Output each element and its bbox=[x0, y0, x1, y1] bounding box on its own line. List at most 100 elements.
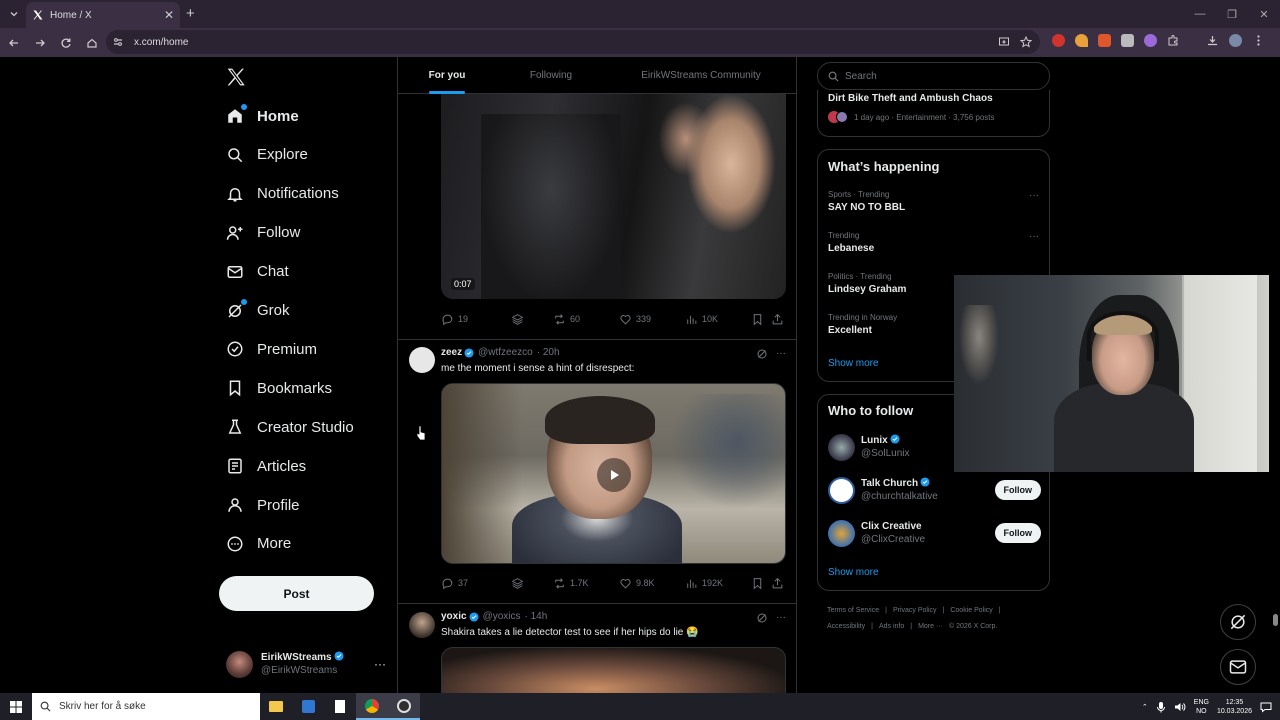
extension-orange-icon[interactable] bbox=[1075, 34, 1088, 47]
chrome-app[interactable] bbox=[356, 693, 388, 720]
trend-item[interactable]: Politics · Trending Lindsey Graham bbox=[828, 272, 906, 295]
sidebar-item-notifications[interactable]: Notifications bbox=[226, 179, 339, 209]
more-options-icon[interactable]: ··· bbox=[776, 348, 786, 360]
bookmark-button[interactable] bbox=[751, 313, 771, 326]
maximize-button[interactable]: ❐ bbox=[1216, 0, 1248, 28]
post-video[interactable] bbox=[441, 383, 786, 564]
tab-following[interactable]: Following bbox=[496, 57, 606, 94]
sidebar-item-home[interactable]: Home bbox=[226, 101, 299, 131]
repost-button[interactable]: 60 bbox=[553, 313, 619, 326]
more-options-icon[interactable]: ··· bbox=[776, 612, 786, 624]
post-author-name[interactable]: yoxic bbox=[441, 611, 467, 622]
new-tab-button[interactable]: + bbox=[186, 5, 195, 22]
star-icon[interactable] bbox=[1020, 36, 1032, 48]
grok-icon[interactable] bbox=[756, 348, 768, 360]
follow-suggestion[interactable]: Clix Creative @ClixCreative Follow bbox=[828, 518, 1041, 548]
trend-more-icon[interactable]: ··· bbox=[1029, 190, 1039, 201]
sidebar-item-bookmarks[interactable]: Bookmarks bbox=[226, 373, 332, 403]
tray-chevron-icon[interactable]: ⌃ bbox=[1142, 703, 1148, 711]
show-more-link[interactable]: Show more bbox=[828, 358, 879, 369]
tab-for-you[interactable]: For you bbox=[398, 57, 496, 94]
download-icon[interactable] bbox=[1206, 34, 1219, 47]
browser-tab-home[interactable]: Home / X ✕ bbox=[26, 2, 180, 28]
trend-item[interactable]: Trending in Norway Excellent bbox=[828, 313, 897, 336]
like-button[interactable]: 339 bbox=[619, 313, 685, 326]
show-more-link[interactable]: Show more bbox=[828, 567, 879, 578]
follow-button[interactable]: Follow bbox=[994, 480, 1041, 500]
sidebar-item-more[interactable]: More bbox=[226, 529, 291, 559]
address-bar[interactable]: x.com/home bbox=[106, 30, 1040, 54]
account-more-icon[interactable]: ··· bbox=[374, 657, 386, 671]
trend-item[interactable]: Sports · Trending SAY NO TO BBL bbox=[828, 190, 905, 213]
like-button[interactable]: 9.8K bbox=[619, 577, 685, 590]
footer-link-accessibility[interactable]: Accessibility bbox=[827, 623, 865, 630]
x-logo[interactable] bbox=[226, 67, 246, 87]
scrollbar[interactable] bbox=[1271, 57, 1280, 693]
trend-more-icon[interactable]: ··· bbox=[1029, 231, 1039, 242]
extension-fox-icon[interactable] bbox=[1098, 34, 1111, 47]
minimize-button[interactable]: — bbox=[1184, 0, 1216, 28]
forward-button[interactable] bbox=[28, 31, 52, 55]
footer-link-ads[interactable]: Ads info bbox=[879, 623, 904, 630]
speaker-icon[interactable] bbox=[1174, 701, 1186, 713]
mail-app[interactable] bbox=[292, 693, 324, 720]
bookmark-button[interactable] bbox=[751, 577, 771, 590]
avatar[interactable] bbox=[409, 347, 435, 373]
share-button[interactable] bbox=[771, 577, 784, 590]
notepad-app[interactable] bbox=[324, 693, 356, 720]
grok-analyze-button[interactable] bbox=[511, 577, 553, 590]
reload-button[interactable] bbox=[54, 31, 78, 55]
footer-link-more[interactable]: More ··· bbox=[918, 623, 943, 630]
footer-link-cookies[interactable]: Cookie Policy bbox=[950, 607, 992, 614]
install-app-icon[interactable] bbox=[998, 36, 1010, 48]
scrollbar-thumb[interactable] bbox=[1273, 614, 1278, 626]
clock[interactable]: 12:35 10.03.2026 bbox=[1217, 698, 1252, 716]
repost-button[interactable]: 1.7K bbox=[553, 577, 619, 590]
grok-analyze-button[interactable] bbox=[511, 313, 553, 326]
language-indicator[interactable]: ENG NO bbox=[1194, 698, 1209, 716]
sidebar-item-premium[interactable]: Premium bbox=[226, 334, 317, 364]
tab-search-button[interactable] bbox=[0, 0, 28, 28]
post-button[interactable]: Post bbox=[219, 576, 374, 611]
notification-center-icon[interactable] bbox=[1260, 701, 1272, 713]
sidebar-item-profile[interactable]: Profile bbox=[226, 490, 300, 520]
sidebar-item-creator-studio[interactable]: Creator Studio bbox=[226, 412, 354, 442]
reply-button[interactable]: 19 bbox=[441, 313, 511, 326]
follow-button[interactable]: Follow bbox=[994, 523, 1041, 543]
post-time[interactable]: · 20h bbox=[537, 347, 560, 358]
reply-button[interactable]: 37 bbox=[441, 577, 511, 590]
extension-purple-icon[interactable] bbox=[1144, 34, 1157, 47]
taskbar-search-input[interactable]: Skriv her for å søke bbox=[32, 693, 260, 720]
sidebar-item-chat[interactable]: Chat bbox=[226, 257, 289, 287]
profile-avatar-icon[interactable] bbox=[1229, 34, 1242, 47]
account-switcher[interactable]: EirikWStreams @EirikWStreams ··· bbox=[226, 649, 386, 679]
footer-link-privacy[interactable]: Privacy Policy bbox=[893, 607, 937, 614]
top-story-card[interactable]: Dirt Bike Theft and Ambush Chaos 1 day a… bbox=[817, 90, 1050, 137]
post-author-name[interactable]: zeez bbox=[441, 347, 462, 358]
search-input[interactable]: Search bbox=[817, 62, 1050, 90]
start-button[interactable] bbox=[0, 693, 32, 720]
post-video[interactable] bbox=[441, 647, 786, 693]
post-time[interactable]: · 14h bbox=[525, 611, 548, 622]
views-button[interactable]: 10K bbox=[685, 313, 751, 326]
footer-link-terms[interactable]: Terms of Service bbox=[827, 607, 879, 614]
home-button[interactable] bbox=[80, 31, 104, 55]
tab-community[interactable]: EirikWStreams Community bbox=[606, 57, 796, 94]
grok-icon[interactable] bbox=[756, 612, 768, 624]
close-window-button[interactable]: ✕ bbox=[1248, 0, 1280, 28]
puzzle-icon[interactable] bbox=[1167, 34, 1180, 47]
extension-grey-icon[interactable] bbox=[1121, 34, 1134, 47]
sidebar-item-grok[interactable]: Grok bbox=[226, 296, 290, 326]
kebab-menu-icon[interactable] bbox=[1252, 34, 1265, 47]
sidebar-item-explore[interactable]: Explore bbox=[226, 140, 308, 170]
grok-floating-button[interactable] bbox=[1220, 604, 1256, 640]
sidebar-item-articles[interactable]: Articles bbox=[226, 451, 306, 481]
play-button[interactable] bbox=[597, 458, 631, 492]
file-explorer-app[interactable] bbox=[260, 693, 292, 720]
sidebar-item-follow[interactable]: Follow bbox=[226, 218, 300, 248]
back-button[interactable] bbox=[2, 31, 26, 55]
share-button[interactable] bbox=[771, 313, 784, 326]
post-author-handle[interactable]: @wtfzeezco bbox=[478, 347, 533, 358]
microphone-icon[interactable] bbox=[1156, 701, 1166, 713]
post-video[interactable]: 0:07 bbox=[441, 94, 786, 299]
